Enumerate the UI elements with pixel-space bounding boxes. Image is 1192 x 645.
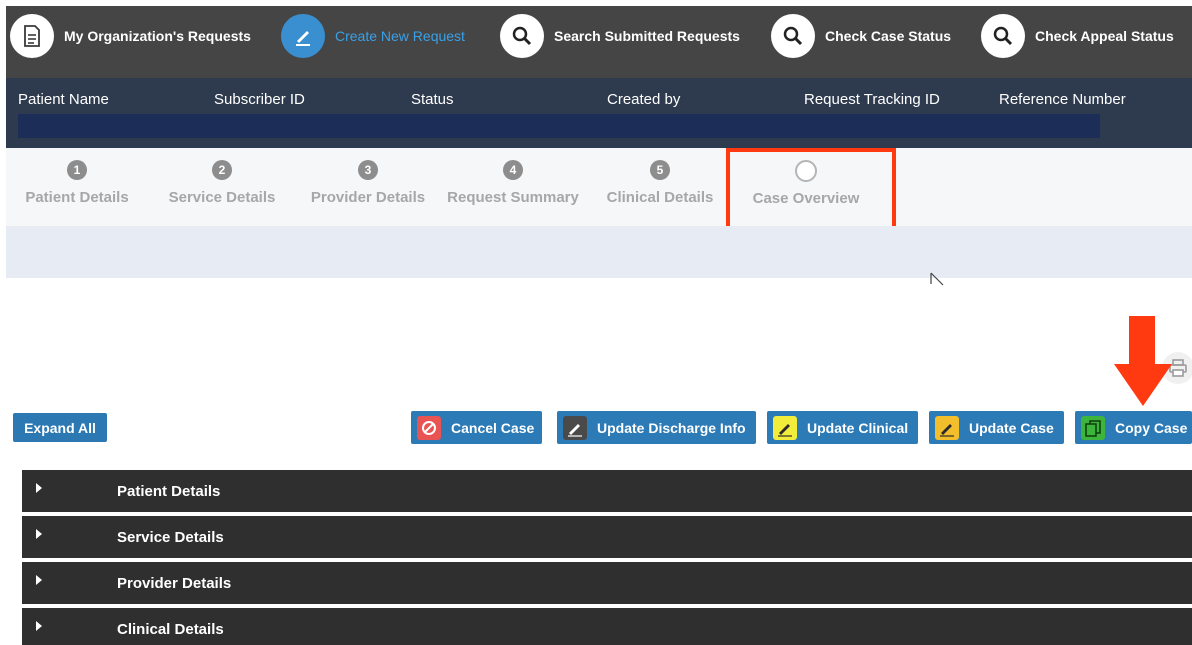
pencil-icon xyxy=(281,14,325,58)
search-icon xyxy=(981,14,1025,58)
column-subscriber-id: Subscriber ID xyxy=(214,91,305,108)
step-label: Service Details xyxy=(168,189,276,206)
nav-search-submitted-requests[interactable]: Search Submitted Requests xyxy=(500,13,740,59)
step-patient-details[interactable]: 1 Patient Details xyxy=(11,160,143,206)
edit-icon xyxy=(935,415,959,440)
step-label: Patient Details xyxy=(25,189,129,206)
column-status: Status xyxy=(411,91,454,108)
step-clinical-details[interactable]: 5 Clinical Details xyxy=(594,160,726,206)
nav-label: My Organization's Requests xyxy=(64,28,251,44)
step-number: 3 xyxy=(358,160,378,180)
step-request-summary[interactable]: 4 Request Summary xyxy=(442,160,584,206)
step-number: 4 xyxy=(503,160,523,180)
case-values-row xyxy=(18,114,1100,138)
section-title: Clinical Details xyxy=(117,621,224,638)
column-patient-name: Patient Name xyxy=(18,91,109,108)
button-label: Cancel Case xyxy=(451,419,535,436)
info-band xyxy=(6,226,1192,278)
step-label: Clinical Details xyxy=(606,189,714,206)
step-number: 2 xyxy=(212,160,232,180)
mouse-cursor-icon xyxy=(930,272,944,286)
button-label: Update Clinical xyxy=(807,419,909,436)
button-label: Update Discharge Info xyxy=(597,419,746,436)
step-label: Request Summary xyxy=(447,189,579,206)
section-provider-details[interactable]: Provider Details xyxy=(22,562,1192,604)
update-case-button[interactable]: Update Case xyxy=(929,411,1064,444)
nav-label: Search Submitted Requests xyxy=(554,28,740,44)
top-navigation: My Organization's Requests Create New Re… xyxy=(6,6,1192,78)
search-icon xyxy=(771,14,815,58)
progress-stepper: 1 Patient Details 2 Service Details 3 Pr… xyxy=(6,148,1192,226)
caret-right-icon xyxy=(36,621,42,631)
button-label: Copy Case xyxy=(1115,419,1188,436)
button-label: Update Case xyxy=(969,419,1054,436)
section-clinical-details[interactable]: Clinical Details xyxy=(22,608,1192,645)
nav-label: Check Case Status xyxy=(825,28,952,44)
nav-my-organizations-requests[interactable]: My Organization's Requests xyxy=(10,13,251,59)
edit-icon xyxy=(773,415,797,440)
nav-check-appeal-status[interactable]: Check Appeal Status xyxy=(981,13,1174,59)
section-title: Patient Details xyxy=(117,483,221,500)
search-icon xyxy=(500,14,544,58)
nav-label: Check Appeal Status xyxy=(1035,28,1174,44)
cancel-case-button[interactable]: Cancel Case xyxy=(411,411,543,444)
red-arrow-annotation xyxy=(1114,316,1172,406)
nav-label: Create New Request xyxy=(335,28,465,44)
case-overview-highlight xyxy=(726,148,896,237)
step-number: 5 xyxy=(650,160,670,180)
caret-right-icon xyxy=(36,529,42,539)
section-patient-details[interactable]: Patient Details xyxy=(22,470,1192,512)
step-number: 1 xyxy=(67,160,87,180)
edit-icon xyxy=(563,415,587,440)
step-label: Provider Details xyxy=(310,189,426,206)
column-created-by: Created by xyxy=(607,91,681,108)
update-clinical-button[interactable]: Update Clinical xyxy=(767,411,918,444)
step-provider-details[interactable]: 3 Provider Details xyxy=(304,160,432,206)
expand-all-button[interactable]: Expand All xyxy=(13,413,107,442)
caret-right-icon xyxy=(36,575,42,585)
cancel-icon xyxy=(417,415,441,440)
caret-right-icon xyxy=(36,483,42,493)
copy-icon xyxy=(1081,415,1105,440)
document-icon xyxy=(10,14,54,58)
column-request-tracking-id: Request Tracking ID xyxy=(804,91,940,108)
section-service-details[interactable]: Service Details xyxy=(22,516,1192,558)
section-title: Service Details xyxy=(117,529,224,546)
copy-case-button[interactable]: Copy Case xyxy=(1075,411,1192,444)
nav-check-case-status[interactable]: Check Case Status xyxy=(771,13,951,59)
column-reference-number: Reference Number xyxy=(999,91,1126,108)
step-service-details[interactable]: 2 Service Details xyxy=(156,160,288,206)
section-title: Provider Details xyxy=(117,575,232,592)
case-summary-header: Patient Name Subscriber ID Status Create… xyxy=(6,78,1192,148)
nav-create-new-request[interactable]: Create New Request xyxy=(281,13,465,59)
update-discharge-info-button[interactable]: Update Discharge Info xyxy=(557,411,756,444)
